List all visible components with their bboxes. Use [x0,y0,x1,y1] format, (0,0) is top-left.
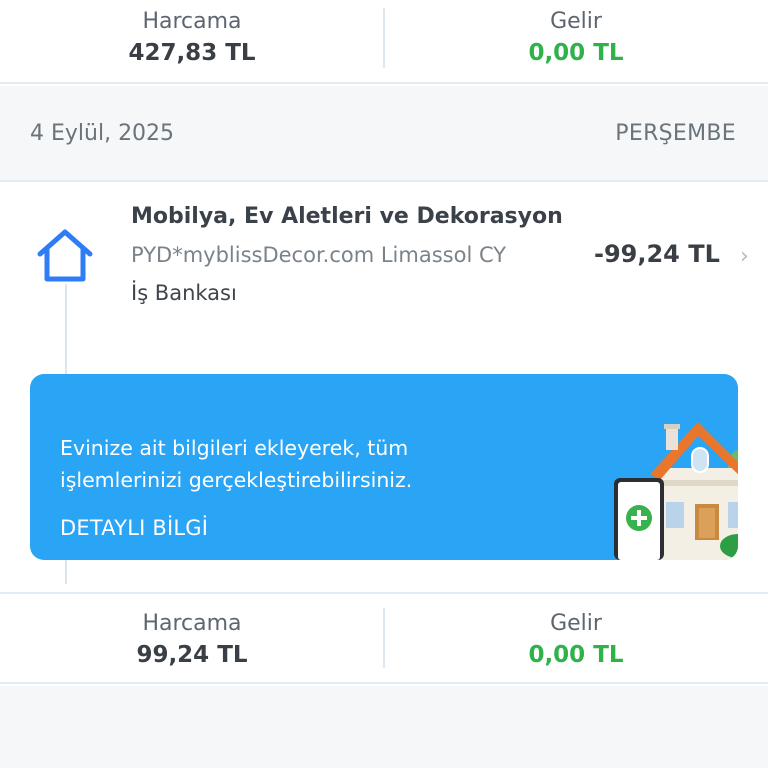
banner-message: Evinize ait bilgileri ekleyerek, tüm işl… [60,436,413,492]
expense-value: 427,83 TL [128,40,256,66]
transaction-merchant: PYD*myblissDecor.com Limassol CY [131,243,507,267]
weekday-label: PERŞEMBE [615,120,736,146]
income-value: 0,00 TL [528,642,624,668]
income-value: 0,00 TL [528,40,624,66]
date-label: 4 Eylül, 2025 [30,120,175,146]
house-illustration-icon [614,422,738,560]
expense-summary: Harcama 427,83 TL [0,0,384,82]
income-summary: Gelir 0,00 TL [384,594,768,682]
home-icon [37,229,93,282]
expense-summary: Harcama 99,24 TL [0,594,384,682]
top-summary: Harcama 427,83 TL Gelir 0,00 TL [0,0,768,84]
expense-label: Harcama [142,9,242,34]
bottom-summary: Harcama 99,24 TL Gelir 0,00 TL [0,592,768,684]
expense-label: Harcama [142,611,242,636]
date-header: 4 Eylül, 2025 PERŞEMBE [0,86,768,182]
income-label: Gelir [550,9,602,34]
income-summary: Gelir 0,00 TL [384,0,768,82]
details-link[interactable]: DETAYLI BİLGİ [60,516,208,540]
expense-value: 99,24 TL [136,642,248,668]
summary-divider [383,608,385,668]
transaction-amount: -99,24 TL [594,240,720,268]
chevron-right-icon[interactable]: › [740,244,749,269]
summary-divider [383,8,385,68]
income-label: Gelir [550,611,602,636]
home-info-banner[interactable]: Evinize ait bilgileri ekleyerek, tüm işl… [30,374,738,560]
transaction-category: Mobilya, Ev Aletleri ve Dekorasyon [131,204,563,229]
transaction-bank: İş Bankası [131,281,237,305]
footer-background [0,686,768,768]
